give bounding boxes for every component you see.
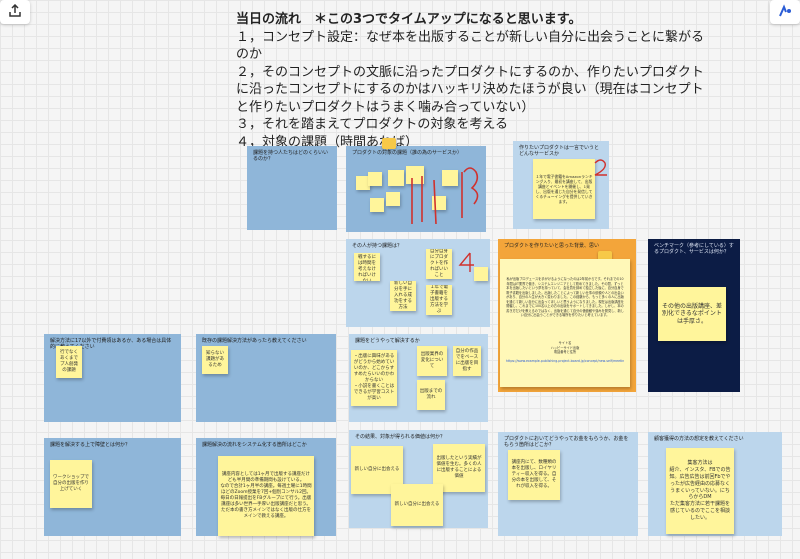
sticky-note[interactable] [474, 267, 488, 281]
agenda-text: 当日の流れ ＊この3つでタイムアップになると思います。 １，コンセプト設定：なぜ… [236, 11, 706, 151]
frame-title: 課題をどうやって解決するか [355, 338, 420, 344]
agenda-line-2: ２，そのコンセプトの文脈に沿ったプロダクトにするのか、作りたいプロダクトに沿った… [236, 64, 704, 115]
background-signature: サイト名 ハッピーサイド出版 電話番号と住所 [550, 341, 580, 354]
frame-title: 課題を解決する上で障壁とは何か？ [50, 442, 131, 448]
sticky-note[interactable]: １年で電子書籍を出版する方法を学ぶ [426, 285, 452, 315]
share-icon [8, 3, 22, 22]
sticky-note[interactable]: 集客方法は 紹介、インスタ、FBでの告知。広告広告は前回Fbでやったが広告経由の… [666, 448, 734, 534]
collaborator-icon [778, 3, 792, 22]
frame-customer-acquisition[interactable]: 顧客獲得の方法の想定を教えてください 集客方法は 紹介、インスタ、FBでの告知。… [648, 432, 782, 536]
collaborator-button[interactable] [770, 0, 800, 24]
share-button[interactable] [0, 0, 30, 24]
sticky-note[interactable]: 新しい自分を手に入れる成功をする方法 [390, 281, 416, 311]
frame-background[interactable]: プロダクトを作りたいと思った背景、思い 私が出版プロデュースを手がけるようになっ… [498, 239, 636, 392]
frame-title: 既存の課題解決方法があったら教えてください [202, 338, 307, 344]
sticky-note[interactable]: 出版業界の変化について [417, 346, 447, 376]
sticky-note[interactable]: ・出版に興味があるがどうから始めていいのか、どこからすすめたらいいのかわからない… [351, 350, 397, 406]
sticky-note[interactable] [388, 170, 404, 186]
frame-title: 課題を持つ人たちはどのくらいいるのか？ [253, 150, 329, 162]
sticky-note[interactable] [370, 198, 384, 212]
frame-value[interactable]: その結果、対象が得られる価値は何か？ 新しい自分に出会える 出版したという実績が… [349, 430, 488, 528]
sticky-note[interactable]: 自分の作品でをベースに出版を目指す [453, 346, 481, 376]
sticky-note[interactable]: ワークショップで自分の出版を作り上げていく [50, 460, 92, 508]
frame-title: 顧客獲得の方法の想定を教えてください [654, 436, 744, 442]
pen-drawing [594, 159, 607, 176]
frame-benchmark[interactable]: ベンチマーク（参考にしている）するプロダクト、サービスは何か？ その他の出版講座… [648, 239, 740, 392]
frame-title: ベンチマーク（参考にしている）するプロダクト、サービスは何か？ [654, 243, 734, 255]
background-paragraph: 私が出版プロデュースを手がけるようになったのは2年前からです。それまでの10年間… [506, 277, 624, 317]
agenda-line-1: １，コンセプト設定：なぜ本を出版することが新しい自分に出会うことに繋がるのか [236, 29, 705, 63]
frame-title: プロダクトの対象の課題（誰の為のサービスか） [352, 150, 463, 156]
sticky-note[interactable] [368, 172, 382, 186]
frame-title: プロダクトを作りたいと思った背景、思い [504, 243, 600, 249]
frame-title: その結果、対象が得られる価値は何か？ [355, 434, 446, 440]
agenda-title: 当日の流れ ＊この3つでタイムアップになると思います。 [236, 12, 582, 27]
agenda-line-3: ３，それを踏まえてプロダクトの対象を考える [236, 117, 508, 132]
frame-payment-method[interactable]: 解決方法に17以外で付費領はあるか、ある場合は具体的に教えてください 行でなくあ… [44, 334, 181, 422]
sticky-note[interactable]: 講座内容としては1ヶ月で出版する講座だけども半月間の準備期間も設けている。 なの… [218, 456, 314, 536]
frame-solution[interactable]: 課題をどうやって解決するか ・出版に興味があるがどうから始めていいのか、どこから… [349, 334, 488, 422]
frame-systemization[interactable]: 課題解決の流れをシステム化する箇所はどこか 講座内容としては1ヶ月で出版する講座… [196, 438, 336, 536]
sticky-note[interactable]: 知らない課題があるため [202, 346, 228, 374]
background-link[interactable]: https://www.example-publishing-project-b… [506, 359, 624, 365]
sticky-note[interactable] [386, 192, 400, 206]
sticky-note[interactable]: 出版に挑戦するには時間を考えなければいけない [354, 253, 380, 281]
frame-monetization[interactable]: プロダクトにおいてどうやってお金をもらうか、お金をもらう箇所はどこか？ 講座内に… [498, 432, 638, 536]
frame-issues[interactable]: その人が持つ課題は？ 出版に挑戦するには時間を考えなければいけない 自分自身にプ… [346, 239, 490, 327]
comment-icon[interactable] [382, 138, 396, 150]
frame-title: その人が持つ課題は？ [352, 243, 403, 249]
document-sticky[interactable]: 私が出版プロデュースを手がけるようになったのは2年前からです。それまでの10年間… [500, 259, 630, 387]
sticky-note[interactable]: その他の出版講座、差別化できるなポイントは手厚さ。 [658, 287, 726, 341]
frame-title: プロダクトにおいてどうやってお金をもらうか、お金をもらう箇所はどこか？ [504, 436, 629, 448]
pen-drawing [411, 167, 479, 225]
frame-target-issue[interactable]: プロダクトの対象の課題（誰の為のサービスか） [346, 138, 486, 232]
frame-product-summary[interactable]: 作りたいプロダクトは一言でいうとどんなサービスか １年で電子書籍をAmazonラ… [513, 141, 609, 229]
frame-user-count[interactable]: 課題を持つ人たちはどのくらいいるのか？ [247, 146, 337, 230]
frame-title: 課題解決の流れをシステム化する箇所はどこか [202, 442, 307, 448]
pen-drawing [458, 252, 474, 272]
sticky-note[interactable]: 新しい自分に出会える [391, 484, 443, 526]
frame-existing-solutions[interactable]: 既存の課題解決方法があったら教えてください 知らない課題があるため [196, 334, 336, 422]
sticky-note[interactable]: 自分自身にプロダクトを作ればいいこと [426, 249, 452, 279]
frame-title: 作りたいプロダクトは一言でいうとどんなサービスか [519, 145, 600, 157]
sticky-note[interactable]: 出版までの流れ [417, 380, 445, 410]
sticky-note[interactable]: １年で電子書籍をAmazonランキング入り、最初を講座して、出版講座とイベントを… [533, 159, 595, 219]
sticky-note[interactable]: 行でなくあくまでプ人創発の課題 [56, 346, 82, 378]
sticky-note[interactable]: 講座内にて、数種類の本を出版し、ロイヤリティー収入を得る。自分の本を出版して、そ… [508, 450, 560, 500]
frame-barriers[interactable]: 課題を解決する上で障壁とは何か？ ワークショップで自分の出版を作り上げていく [44, 438, 181, 536]
